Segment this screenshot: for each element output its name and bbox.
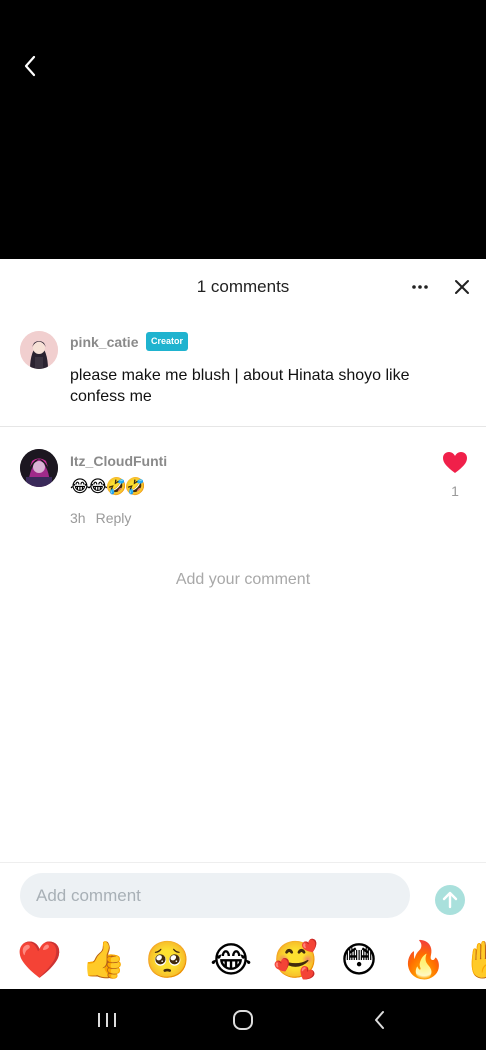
back-icon[interactable]: [363, 1003, 397, 1037]
heart-like-icon[interactable]: [441, 449, 469, 477]
reaction-heart[interactable]: ❤️: [17, 938, 62, 982]
comment-text: 😂😂🤣🤣: [70, 477, 146, 496]
avatar-image: [20, 449, 58, 487]
comment-composer: ❤️ 👍 🥺 😂 🥰 😳 🔥 ✋: [0, 862, 486, 990]
video-area: [0, 0, 486, 259]
quick-reactions-bar: ❤️ 👍 🥺 😂 🥰 😳 🔥 ✋: [0, 938, 486, 986]
sheet-header: 1 comments: [0, 259, 486, 315]
like-count: 1: [451, 483, 459, 499]
reaction-flushed[interactable]: 😳: [337, 938, 381, 982]
reply-button[interactable]: Reply: [96, 510, 132, 526]
username[interactable]: pink_catie: [70, 334, 138, 350]
avatar[interactable]: [20, 331, 58, 369]
reaction-smiling-hearts[interactable]: 🥰: [273, 938, 318, 982]
username[interactable]: Itz_CloudFunti: [70, 453, 167, 469]
arrow-up-icon: [442, 891, 458, 909]
avatar-image: [20, 331, 58, 369]
add-your-comment-prompt[interactable]: Add your comment: [0, 571, 486, 589]
creator-badge: Creator: [146, 332, 189, 351]
system-navigation-bar: [0, 989, 486, 1050]
creator-comment: pink_catie Creator please make me blush …: [0, 315, 486, 427]
home-icon[interactable]: [226, 1003, 260, 1037]
reaction-raised-hand[interactable]: ✋: [462, 938, 486, 982]
reaction-pleading[interactable]: 🥺: [145, 938, 190, 982]
comments-sheet: 1 comments pink_catie Creator please mak…: [0, 259, 486, 989]
comment-text: please make me blush | about Hinata shoy…: [70, 367, 410, 405]
back-arrow-icon[interactable]: [18, 52, 44, 80]
comment-item: Itz_CloudFunti 😂😂🤣🤣 3h Reply 1: [0, 427, 486, 537]
reaction-fire[interactable]: 🔥: [401, 938, 446, 982]
send-button[interactable]: [435, 885, 465, 915]
recent-apps-icon[interactable]: [90, 1003, 124, 1037]
reaction-thumbs-up[interactable]: 👍: [81, 938, 126, 982]
close-icon[interactable]: [448, 273, 476, 301]
avatar[interactable]: [20, 449, 58, 487]
comment-input[interactable]: [20, 873, 410, 918]
reaction-joy[interactable]: 😂: [209, 938, 253, 982]
comment-time: 3h: [70, 510, 86, 526]
more-options-icon[interactable]: [406, 273, 434, 301]
comment-meta: 3h Reply: [70, 510, 131, 526]
